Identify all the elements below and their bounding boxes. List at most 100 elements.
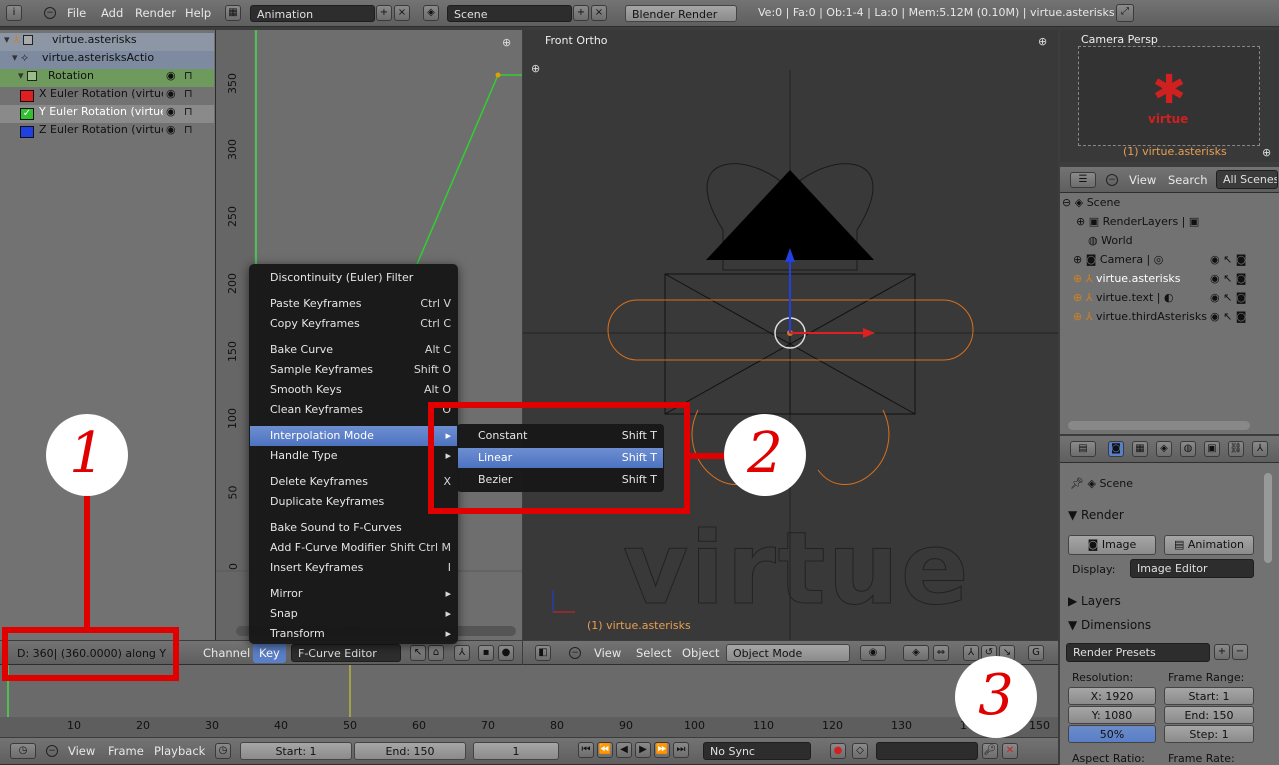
- menu-item-delete-keyframes[interactable]: Delete Keyframes X: [250, 472, 457, 492]
- lock-icon[interactable]: ⊓: [184, 123, 193, 136]
- editor-type-icon[interactable]: i: [6, 5, 22, 21]
- outliner-item-text[interactable]: ⊕ ⅄ virtue.text | ◐: [1073, 291, 1174, 304]
- menu-item-smooth-keys[interactable]: Smooth Keys Alt O: [250, 380, 457, 400]
- menu-channel[interactable]: Channel: [203, 646, 250, 660]
- menu-view[interactable]: View: [594, 646, 621, 660]
- channel-object[interactable]: ▾ ⅄ virtue.asterisks: [0, 33, 214, 51]
- menu-item-clean-keyframes[interactable]: Clean Keyframes O: [250, 400, 457, 420]
- menu-item-mirror[interactable]: Mirror ▸: [250, 584, 457, 604]
- scene-icon[interactable]: ◈: [423, 5, 439, 21]
- editor-type-icon[interactable]: ▤: [1070, 441, 1096, 457]
- frame-step-field[interactable]: Step: 1: [1164, 725, 1254, 743]
- world-tab-icon[interactable]: ◍: [1180, 441, 1196, 457]
- menu-item-handle-type[interactable]: Handle Type ▸: [250, 446, 457, 466]
- collapse-menu-icon[interactable]: −: [46, 745, 58, 757]
- dimensions-panel-header[interactable]: ▼ Dimensions: [1068, 618, 1151, 632]
- next-keyframe-icon[interactable]: ⏩: [654, 742, 670, 758]
- lock-icon[interactable]: ⊓: [184, 105, 193, 118]
- screen-layout-field[interactable]: Animation: [250, 5, 375, 22]
- camera-viewport[interactable]: Camera Persp ✱ virtue (1) virtue.asteris…: [1060, 30, 1279, 162]
- delete-key-icon[interactable]: ✕: [1002, 743, 1018, 759]
- keying-set-field[interactable]: [876, 742, 978, 760]
- checkbox-icon[interactable]: [27, 71, 38, 81]
- add-scene-button[interactable]: +: [573, 5, 589, 21]
- eye-icon[interactable]: ◉: [166, 87, 176, 100]
- play-reverse-icon[interactable]: ◀: [616, 742, 632, 758]
- channel-x-rotation[interactable]: X Euler Rotation (virtue.a ◉ ⊓: [0, 87, 214, 105]
- frame-end-field[interactable]: End: 150: [1164, 706, 1254, 724]
- menu-item-bake-sound[interactable]: Bake Sound to F-Curves: [250, 518, 457, 538]
- data-tab-icon[interactable]: ⅄: [1252, 441, 1268, 457]
- menu-view[interactable]: View: [1129, 173, 1156, 187]
- menu-item-transform[interactable]: Transform ▸: [250, 624, 457, 644]
- menu-item-copy-keyframes[interactable]: Copy Keyframes Ctrl C: [250, 314, 457, 334]
- editor-type-icon[interactable]: ◷: [10, 743, 36, 759]
- resolution-x-field[interactable]: X: 1920: [1068, 687, 1156, 705]
- menu-item-duplicate-keyframes[interactable]: Duplicate Keyframes: [250, 492, 457, 512]
- layout-icon[interactable]: ▦: [225, 5, 241, 21]
- render-tab-icon[interactable]: ◙: [1108, 441, 1124, 457]
- editor-type-icon[interactable]: ☰: [1070, 172, 1096, 188]
- outliner-item-renderlayers[interactable]: ⊕ ▣ RenderLayers | ▣: [1076, 215, 1199, 228]
- menu-item-paste-keyframes[interactable]: Paste Keyframes Ctrl V: [250, 294, 457, 314]
- menu-item-discontinuity-filter[interactable]: Discontinuity (Euler) Filter: [250, 268, 457, 288]
- channel-action[interactable]: ▾ ⟡ virtue.asterisksActio: [0, 51, 214, 69]
- scene-tab-icon[interactable]: ◈: [1156, 441, 1172, 457]
- menu-item-interpolation-mode[interactable]: Interpolation Mode ▸: [250, 426, 457, 446]
- end-frame-field[interactable]: End: 150: [354, 742, 466, 760]
- channel-y-rotation[interactable]: ✓ Y Euler Rotation (virtue.a ◉ ⊓: [0, 105, 214, 123]
- snap-icon[interactable]: ▪: [478, 645, 494, 661]
- plus-widget-icon[interactable]: ⊕: [502, 36, 511, 49]
- checkbox-icon[interactable]: [23, 35, 34, 45]
- editor-type-icon[interactable]: ◧: [535, 645, 551, 661]
- render-presets-select[interactable]: Render Presets: [1066, 643, 1210, 662]
- plus-widget-icon[interactable]: ⊕: [1262, 146, 1271, 159]
- collapse-menu-icon[interactable]: −: [1106, 174, 1118, 186]
- start-frame-field[interactable]: Start: 1: [240, 742, 352, 760]
- lock-icon[interactable]: ⊓: [184, 87, 193, 100]
- mode-select[interactable]: Object Mode: [726, 644, 850, 662]
- insert-key-icon[interactable]: 🔑︎: [982, 743, 998, 759]
- object-tab-icon[interactable]: ▣: [1204, 441, 1220, 457]
- collapse-menu-icon[interactable]: −: [44, 7, 56, 19]
- lock-icon[interactable]: ⊓: [184, 69, 193, 82]
- menu-object[interactable]: Object: [682, 646, 719, 660]
- translate-icon[interactable]: ⅄: [963, 645, 979, 661]
- channel-group-rotation[interactable]: ▾ Rotation ◉ ⊓: [0, 69, 214, 87]
- menu-key[interactable]: Key: [253, 643, 286, 663]
- sync-select[interactable]: No Sync: [703, 742, 811, 760]
- outliner-item-scene[interactable]: ⊖ ◈ Scene: [1062, 196, 1120, 209]
- preview-range-icon[interactable]: ◷: [215, 743, 231, 759]
- pivot-icon[interactable]: ◈: [903, 645, 929, 661]
- record-icon[interactable]: ●: [830, 743, 846, 759]
- remove-layout-button[interactable]: ×: [394, 5, 410, 21]
- jump-end-icon[interactable]: ⏭: [673, 742, 689, 758]
- outliner-item-camera[interactable]: ⊕ ◙ Camera | ◎: [1073, 253, 1163, 266]
- eye-icon[interactable]: ◉: [166, 69, 176, 82]
- pin-icon[interactable]: 📌︎: [1070, 477, 1084, 490]
- fullscreen-icon[interactable]: ⤢: [1116, 4, 1134, 22]
- outliner-item-third-asterisks[interactable]: ⊕ ⅄ virtue.thirdAsterisks: [1073, 310, 1207, 323]
- transform-orientation-icon[interactable]: G: [1028, 645, 1044, 661]
- channel-z-rotation[interactable]: Z Euler Rotation (virtue.a ◉ ⊓: [0, 123, 214, 141]
- add-preset-button[interactable]: +: [1214, 644, 1230, 660]
- menu-item-snap[interactable]: Snap ▸: [250, 604, 457, 624]
- menu-item-add-modifier[interactable]: Add F-Curve Modifier Shift Ctrl M: [250, 538, 457, 558]
- menu-help[interactable]: Help: [185, 6, 211, 20]
- remove-preset-button[interactable]: −: [1232, 644, 1248, 660]
- menu-file[interactable]: File: [67, 6, 86, 20]
- pivot-icon[interactable]: ⅄: [454, 645, 470, 661]
- constraint-tab-icon[interactable]: ⛓: [1228, 441, 1244, 457]
- outliner-h-scrollbar[interactable]: [1068, 421, 1250, 430]
- current-frame-field[interactable]: 1: [473, 742, 559, 760]
- display-mode-select[interactable]: All Scenes: [1216, 170, 1278, 189]
- display-select[interactable]: Image Editor: [1130, 559, 1254, 578]
- menu-search[interactable]: Search: [1168, 173, 1208, 187]
- add-layout-button[interactable]: +: [376, 5, 392, 21]
- jump-start-icon[interactable]: ⏮: [578, 742, 594, 758]
- shading-icon[interactable]: ◉: [860, 645, 886, 661]
- layers-panel-header[interactable]: ▶ Layers: [1068, 594, 1121, 608]
- eye-icon[interactable]: ◉: [166, 105, 176, 118]
- menu-select[interactable]: Select: [636, 646, 671, 660]
- mode-select[interactable]: F-Curve Editor: [291, 644, 401, 662]
